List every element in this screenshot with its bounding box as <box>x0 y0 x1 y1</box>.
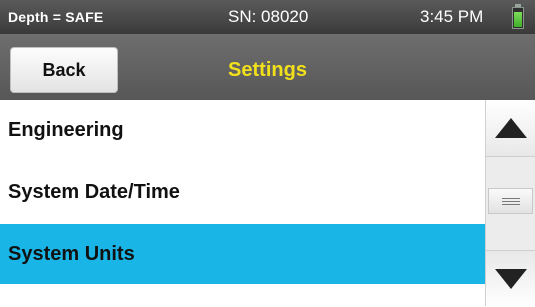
triangle-up-icon <box>495 118 527 138</box>
grip-lines-icon <box>502 198 520 199</box>
list-item-label: System Date/Time <box>8 181 180 203</box>
scroll-up-button[interactable] <box>486 100 535 157</box>
battery-icon <box>512 4 524 29</box>
list-item-label: Engineering <box>8 119 124 141</box>
back-button[interactable]: Back <box>10 47 118 93</box>
scroll-thumb[interactable] <box>488 188 533 214</box>
scrollbar[interactable] <box>485 100 535 307</box>
scroll-down-button[interactable] <box>486 250 535 307</box>
clock-time: 3:45 PM <box>420 7 484 26</box>
list-item-system-date-time[interactable]: System Date/Time <box>0 162 485 223</box>
page-title: Settings <box>228 59 307 81</box>
depth-status: Depth = SAFE <box>8 9 104 25</box>
list-item-system-units[interactable]: System Units <box>0 224 485 284</box>
settings-list: Engineering System Date/Time System Unit… <box>0 100 485 306</box>
title-bar: Back Settings <box>0 34 535 100</box>
list-item-label: System Units <box>8 242 135 265</box>
status-bar: Depth = SAFE SN: 08020 3:45 PM <box>0 0 535 34</box>
list-item-engineering[interactable]: Engineering <box>0 100 485 161</box>
serial-number: SN: 08020 <box>228 7 309 26</box>
triangle-down-icon <box>495 269 527 289</box>
